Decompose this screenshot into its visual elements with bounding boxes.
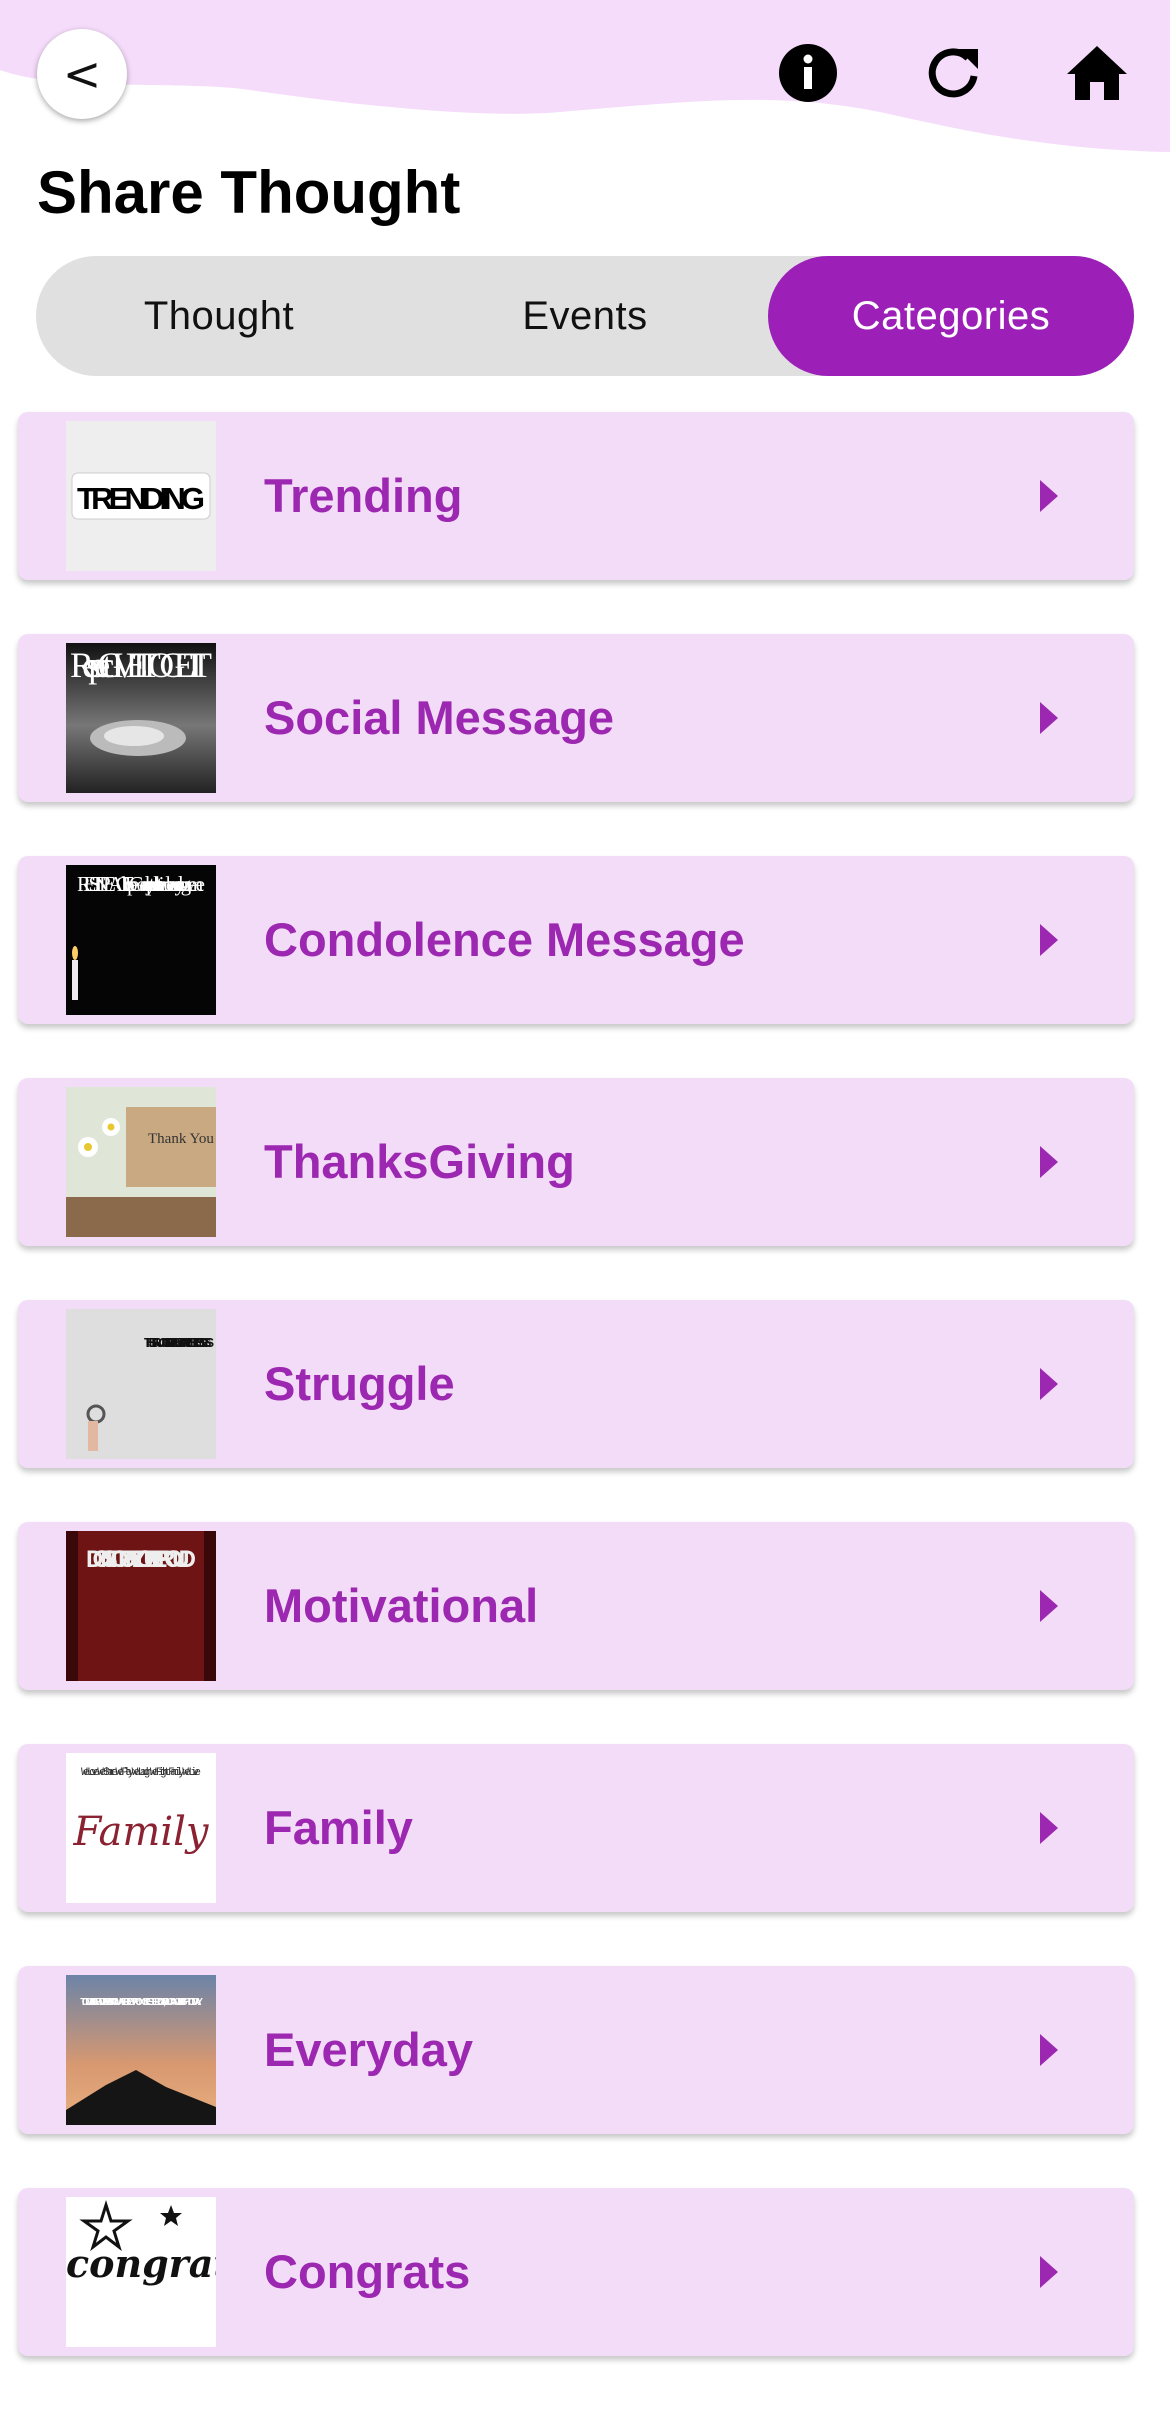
thumbnail-text: Respect GIVE IT TO GET IT: [70, 645, 212, 685]
thumbnail-text: THE STRUGGLE IS REAL BUT SO ARE THE BLES…: [144, 1335, 214, 1350]
category-item-family[interactable]: Family We Love We Share We Play We Laugh…: [18, 1744, 1134, 1912]
thumbnail-text: Thank You: [148, 1131, 214, 1147]
thumbnail-text: congratulations: [66, 2241, 216, 2286]
tab-thought[interactable]: Thought: [36, 256, 402, 376]
back-arrow-icon: <: [62, 47, 102, 101]
chevron-right-icon: [1040, 1146, 1058, 1178]
category-thumbnail: Family We Love We Share We Play We Laugh…: [66, 1753, 216, 1903]
category-thumbnail: REST IN PEACE I hope God accepts you wit…: [66, 865, 216, 1015]
thumbnail-text: We Love We Share We Play We Laugh We Fig…: [81, 1767, 201, 1779]
tab-events[interactable]: Events: [402, 256, 768, 376]
category-label: Family: [264, 1801, 413, 1854]
tab-categories[interactable]: Categories: [768, 256, 1134, 376]
category-label: Congrats: [264, 2245, 471, 2298]
category-label: Struggle: [264, 1357, 455, 1410]
header-wave-background: [0, 0, 1170, 152]
back-button[interactable]: <: [37, 29, 127, 119]
category-label: Motivational: [264, 1579, 539, 1632]
category-label: Social Message: [264, 691, 615, 744]
category-item-condolence-message[interactable]: REST IN PEACE I hope God accepts you wit…: [18, 856, 1134, 1024]
chevron-right-icon: [1040, 1812, 1058, 1844]
category-thumbnail: congratulations: [66, 2197, 216, 2347]
category-item-struggle[interactable]: THE STRUGGLE IS REAL BUT SO ARE THE BLES…: [18, 1300, 1134, 1468]
category-thumbnail: DON'T STOP UNTIL YOU'RE PROUD: [66, 1531, 216, 1681]
thumbnail-text: REST IN PEACE I hope God accepts you wit…: [77, 872, 205, 896]
thumbnail-text: TODAY IS A NEW DAY. EVEN IF YOU WERE WRO…: [80, 1997, 203, 2008]
category-label: Trending: [264, 469, 463, 522]
chevron-right-icon: [1040, 2256, 1058, 2288]
category-label: Everyday: [264, 2023, 474, 2076]
category-label: ThanksGiving: [264, 1135, 575, 1188]
category-thumbnail: TODAY IS A NEW DAY. EVEN IF YOU WERE WRO…: [66, 1975, 216, 2125]
category-item-motivational[interactable]: DON'T STOP UNTIL YOU'RE PROUD Motivation…: [18, 1522, 1134, 1690]
category-item-everyday[interactable]: TODAY IS A NEW DAY. EVEN IF YOU WERE WRO…: [18, 1966, 1134, 2134]
chevron-right-icon: [1040, 1590, 1058, 1622]
page-title: Share Thought: [37, 159, 461, 226]
category-label: Condolence Message: [264, 913, 745, 966]
category-item-thanksgiving[interactable]: Thank You ThanksGiving: [18, 1078, 1134, 1246]
chevron-right-icon: [1040, 2034, 1058, 2066]
chevron-right-icon: [1040, 924, 1058, 956]
thumbnail-text: TRENDING: [77, 481, 205, 516]
category-thumbnail: Respect GIVE IT TO GET IT: [66, 643, 216, 793]
category-list: TRENDING Trending Respect GIVE IT TO GET…: [18, 412, 1134, 2410]
chevron-right-icon: [1040, 480, 1058, 512]
refresh-icon[interactable]: [918, 38, 988, 108]
category-thumbnail: TRENDING: [66, 421, 216, 571]
segmented-tabs: Thought Events Categories: [36, 256, 1134, 376]
category-thumbnail: Thank You: [66, 1087, 216, 1237]
chevron-right-icon: [1040, 702, 1058, 734]
category-thumbnail: THE STRUGGLE IS REAL BUT SO ARE THE BLES…: [66, 1309, 216, 1459]
info-icon[interactable]: [773, 38, 843, 108]
category-item-social-message[interactable]: Respect GIVE IT TO GET IT Social Message: [18, 634, 1134, 802]
home-icon[interactable]: [1062, 38, 1132, 108]
thumbnail-text: DON'T STOP UNTIL YOU'RE PROUD: [86, 1546, 196, 1573]
category-item-congrats[interactable]: congratulations Congrats: [18, 2188, 1134, 2356]
svg-text:Family: Family: [73, 1809, 210, 1855]
chevron-right-icon: [1040, 1368, 1058, 1400]
category-item-trending[interactable]: TRENDING Trending: [18, 412, 1134, 580]
